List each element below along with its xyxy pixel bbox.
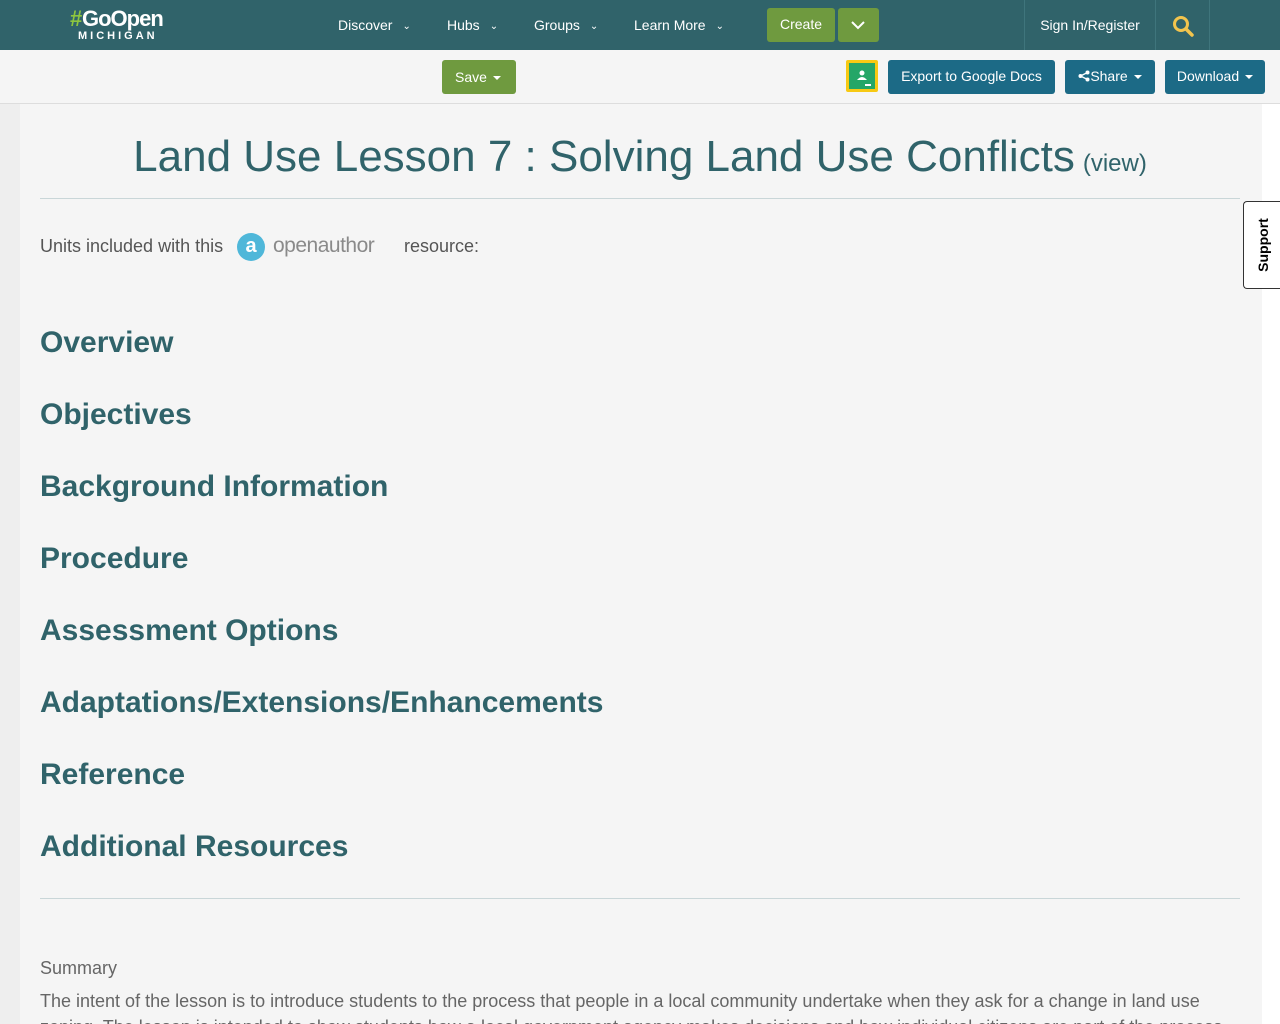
section-heading-assessment[interactable]: Assessment Options (40, 614, 338, 648)
share-icon (1078, 70, 1090, 82)
nav-hubs[interactable]: Hubs ⌄ (447, 0, 498, 50)
search-icon (1173, 16, 1194, 37)
divider (40, 198, 1240, 199)
left-gutter (0, 104, 20, 1024)
export-google-docs-button[interactable]: Export to Google Docs (888, 60, 1055, 94)
summary-heading: Summary (40, 958, 118, 978)
resource-toolbar: Save Export to Google Docs Share Downloa… (0, 50, 1280, 104)
caret-down-icon (1245, 75, 1254, 80)
save-button[interactable]: Save (442, 60, 516, 94)
chevron-down-icon (851, 21, 865, 30)
caret-down-icon (1133, 75, 1142, 80)
openauthor-a-icon: a (237, 233, 265, 261)
nav-learn-more-label: Learn More (634, 17, 706, 33)
caret-down-icon (492, 76, 501, 81)
section-heading-additional-resources[interactable]: Additional Resources (40, 830, 348, 864)
signin-register-link[interactable]: Sign In/Register (1025, 0, 1155, 50)
download-button[interactable]: Download (1165, 60, 1265, 94)
units-intro-suffix: resource: (404, 236, 480, 256)
nav-groups[interactable]: Groups ⌄ (534, 0, 598, 50)
google-classroom-icon (849, 63, 875, 89)
section-heading-procedure[interactable]: Procedure (40, 542, 188, 576)
support-tab[interactable]: Support (1243, 201, 1280, 289)
top-navbar: # GoOpen MICHIGAN Discover ⌄ Hubs ⌄ Groups… (0, 0, 1280, 50)
nav-groups-label: Groups (534, 17, 580, 33)
google-classroom-share-button[interactable] (846, 60, 878, 92)
page-title-row: Land Use Lesson 7 : Solving Land Use Con… (40, 132, 1240, 182)
view-link[interactable]: (view) (1083, 150, 1147, 177)
nav-hubs-label: Hubs (447, 17, 480, 33)
save-button-label: Save (455, 69, 487, 85)
support-tab-label: Support (1254, 218, 1271, 272)
chevron-down-icon: ⌄ (715, 21, 724, 32)
create-button[interactable]: Create (767, 8, 835, 42)
section-heading-overview[interactable]: Overview (40, 326, 173, 360)
page-title: Land Use Lesson 7 : Solving Land Use Con… (133, 132, 1075, 181)
nav-discover[interactable]: Discover ⌄ (338, 0, 411, 50)
chevron-down-icon: ⌄ (489, 21, 499, 32)
section-heading-reference[interactable]: Reference (40, 758, 185, 792)
logo-hash: # (70, 6, 82, 31)
chevron-down-icon: ⌄ (589, 21, 599, 32)
nav-learn-more[interactable]: Learn More ⌄ (634, 0, 724, 50)
nav-discover-label: Discover (338, 17, 393, 33)
units-intro-text: Units included with this (40, 236, 224, 256)
openauthor-wordmark: openauthor (273, 234, 375, 257)
download-button-label: Download (1176, 68, 1240, 84)
chevron-down-icon: ⌄ (402, 21, 411, 32)
logo-michigan-text: MICHIGAN (78, 30, 158, 42)
section-heading-background[interactable]: Background Information (40, 470, 388, 504)
logo-goopen-text: GoOpen (82, 6, 164, 31)
section-heading-adaptations[interactable]: Adaptations/Extensions/Enhancements (40, 686, 603, 720)
goopen-michigan-logo[interactable]: # GoOpen MICHIGAN (70, 6, 182, 44)
summary-text: The intent of the lesson is to introduce… (40, 991, 1227, 1024)
share-button[interactable]: Share (1065, 60, 1155, 94)
section-heading-objectives[interactable]: Objectives (40, 398, 192, 432)
divider (40, 898, 1240, 899)
openauthor-logo[interactable]: a openauthor (237, 232, 392, 262)
share-button-label: Share (1090, 68, 1128, 84)
create-dropdown-button[interactable] (838, 8, 879, 42)
nav-divider (1209, 0, 1210, 50)
search-button[interactable] (1156, 0, 1209, 50)
